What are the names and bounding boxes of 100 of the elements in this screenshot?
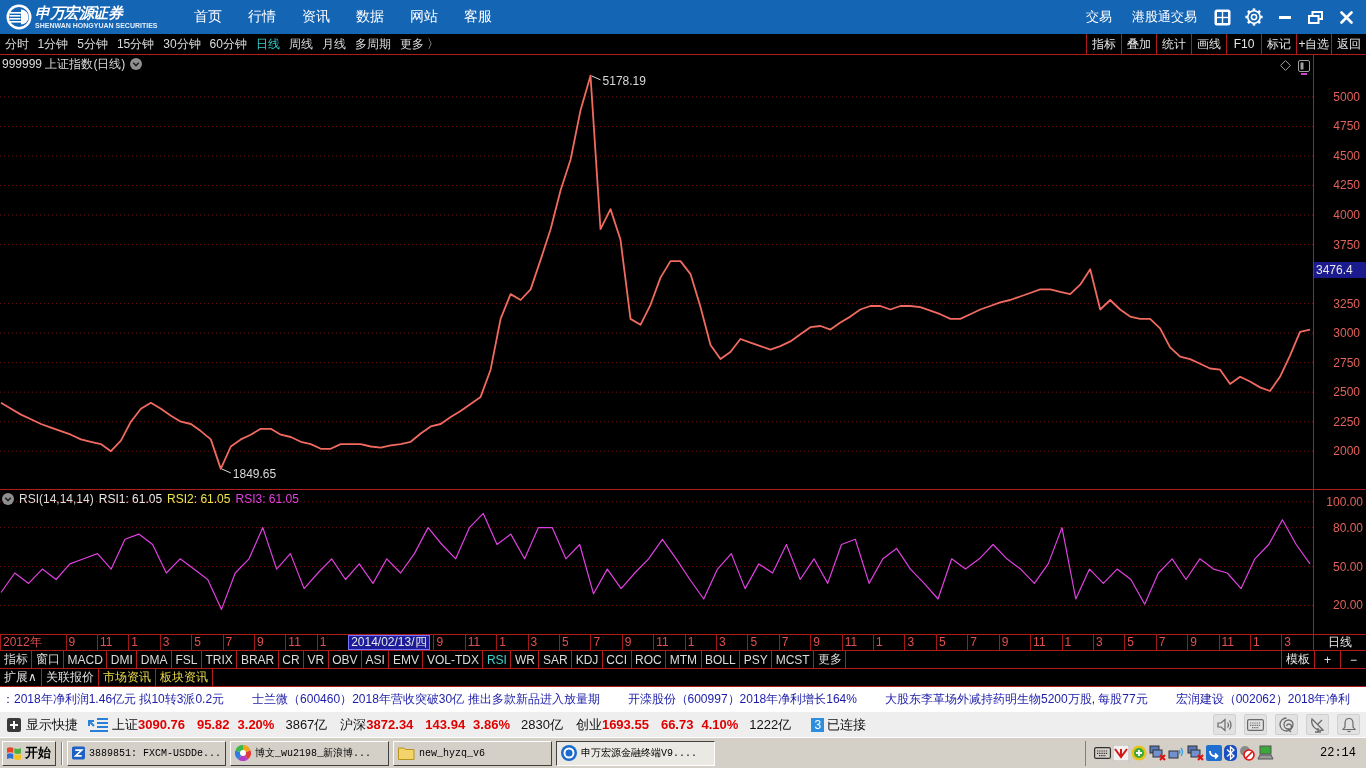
chevron-down-icon[interactable] [2, 493, 14, 505]
laptop-icon[interactable] [1257, 745, 1274, 761]
period-tab[interactable]: 多周期 [350, 34, 396, 54]
nav-item[interactable]: 客服 [451, 0, 505, 34]
swirl-button[interactable] [1275, 714, 1298, 735]
chart-tool-button[interactable]: F10 [1226, 34, 1261, 54]
leader-line [591, 75, 602, 81]
indicator-tab[interactable]: ASI [362, 651, 390, 668]
indicator-tab[interactable]: 窗口 [32, 651, 64, 668]
indicator-tab[interactable]: FSL [172, 651, 203, 668]
indicator-tab[interactable]: 更多 [814, 651, 847, 668]
indicator-tab[interactable]: MCST [772, 651, 815, 668]
indicator-tab[interactable]: KDJ [572, 651, 603, 668]
indicator-tab[interactable]: DMA [137, 651, 172, 668]
panel-tool-button[interactable]: + [1314, 651, 1340, 668]
period-tab[interactable]: 30分钟 [158, 34, 206, 54]
info-tab[interactable]: 市场资讯 [98, 669, 156, 686]
task-button[interactable]: 3889851: FXCM-USDDe... [67, 740, 226, 766]
indicator-tab[interactable]: OBV [328, 651, 363, 668]
chart-tool-button[interactable]: 指标 [1086, 34, 1121, 54]
index-name: 沪深 [340, 715, 367, 734]
panel-toggle-icon[interactable] [1298, 60, 1310, 72]
indicator-tab[interactable]: CCI [602, 651, 632, 668]
header-link[interactable]: 港股通交易 [1122, 0, 1207, 34]
indicator-tab[interactable]: DMI [107, 651, 138, 668]
date-tick-label: 7 [590, 635, 622, 650]
indicator-tab[interactable]: TRIX [202, 651, 238, 668]
period-tab[interactable]: 5分钟 [72, 34, 113, 54]
indicator-tab[interactable]: EMV [389, 651, 424, 668]
index-value: 3872.34 [366, 717, 414, 732]
bell-button[interactable] [1337, 714, 1360, 735]
chevron-down-icon[interactable] [130, 58, 143, 70]
dish-button[interactable] [1306, 714, 1329, 735]
indicator-tab[interactable]: MTM [666, 651, 702, 668]
emblem-icon[interactable] [1113, 745, 1129, 761]
indicator-tab[interactable]: CR [278, 651, 305, 668]
chart-tool-button[interactable]: 返回 [1331, 34, 1366, 54]
diamond-icon[interactable] [1280, 60, 1291, 71]
indicator-tab[interactable]: ROC [631, 651, 667, 668]
speaker-icon [1216, 717, 1233, 732]
chart-tool-button[interactable]: +自选 [1296, 34, 1331, 54]
no-entry-icon[interactable] [1239, 745, 1255, 761]
bluetooth-icon[interactable] [1224, 745, 1237, 761]
indicator-tab[interactable]: MACD [64, 651, 108, 668]
task-button[interactable]: 申万宏源金融终端V9.... [556, 740, 715, 766]
list-button[interactable] [88, 717, 109, 732]
show-shortcuts-button[interactable]: 显示快捷 [7, 715, 78, 734]
info-tab[interactable]: 板块资讯 [155, 669, 213, 686]
header-link[interactable]: 交易 [1076, 0, 1122, 34]
start-button[interactable]: 开始 [2, 740, 56, 766]
nav-item[interactable]: 网站 [397, 0, 451, 34]
chart-tool-button[interactable]: 叠加 [1121, 34, 1156, 54]
nav-item[interactable]: 行情 [235, 0, 289, 34]
nav-item[interactable]: 首页 [181, 0, 235, 34]
info-tab[interactable]: 关联报价 [41, 669, 99, 686]
period-tab[interactable]: 1分钟 [33, 34, 73, 54]
indicator-tab[interactable]: SAR [539, 651, 573, 668]
plus-circle-icon[interactable] [1131, 745, 1147, 761]
nav-item[interactable]: 数据 [343, 0, 397, 34]
monitor-cross-icon[interactable] [1149, 745, 1166, 761]
news-headline[interactable]: 大股东李革场外减持药明生物5200万股, 每股77元 [884, 691, 1148, 708]
folder-icon [398, 746, 415, 760]
news-headline[interactable]: ：2018年净利润1.46亿元 拟10转3派0.2元 [2, 691, 225, 708]
task-button[interactable]: new_hyzq_v6 [393, 740, 552, 766]
date-tick-label: 5 [935, 635, 968, 650]
indicator-tab[interactable]: VR [304, 651, 329, 668]
sound-button[interactable] [1213, 714, 1236, 735]
indicator-tab[interactable]: RSI [483, 651, 512, 668]
period-tab[interactable]: 月线 [317, 34, 351, 54]
chart-tool-button[interactable]: 统计 [1156, 34, 1191, 54]
indicator-tab[interactable]: 指标 [0, 651, 32, 668]
chart-tool-button[interactable]: 标记 [1261, 34, 1296, 54]
date-tick-label: 3 [1092, 635, 1125, 650]
keyboard-button[interactable] [1244, 714, 1267, 735]
task-button[interactable]: 博文_wu2198_新浪博... [230, 740, 389, 766]
period-tab[interactable]: 15分钟 [112, 34, 159, 54]
period-tab[interactable]: 更多 〉 [395, 34, 444, 54]
date-tick-label: 5 [559, 635, 591, 650]
news-headline[interactable]: 宏润建设（002062）2018年净利 [1175, 691, 1351, 708]
nav-item[interactable]: 资讯 [289, 0, 343, 34]
news-headline[interactable]: 开滦股份（600997）2018年净利增长164% [627, 691, 857, 708]
period-tab[interactable]: 周线 [284, 34, 318, 54]
period-tab[interactable]: 分时 [0, 34, 33, 54]
indicator-tab[interactable]: VOL-TDX [423, 651, 484, 668]
panel-tool-button[interactable]: 模板 [1281, 651, 1314, 668]
list-icon [88, 717, 109, 732]
grid-icon [1214, 8, 1231, 26]
chart-tool-button[interactable]: 画线 [1191, 34, 1226, 54]
period-tab[interactable]: 60分钟 [205, 34, 252, 54]
monitor-cross-icon[interactable] [1187, 745, 1204, 761]
date-tick-label: 3 [716, 635, 748, 650]
period-tab[interactable]: 日线 [251, 34, 285, 54]
info-tab[interactable]: 扩展∧ [0, 669, 42, 686]
indicator-tab[interactable]: PSY [740, 651, 773, 668]
monitor-wave-icon[interactable] [1168, 745, 1185, 761]
indicator-tab[interactable]: WR [511, 651, 540, 668]
panel-tool-button[interactable]: − [1340, 651, 1366, 668]
news-headline[interactable]: 士兰微（600460）2018年营收突破30亿 推出多款新品进入放量期 [252, 691, 600, 708]
indicator-tab[interactable]: BOLL [701, 651, 741, 668]
indicator-tab[interactable]: BRAR [237, 651, 279, 668]
